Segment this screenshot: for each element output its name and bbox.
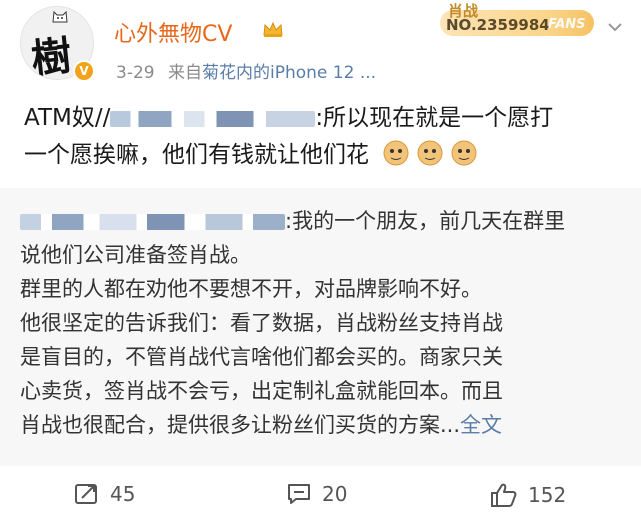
reposted-content[interactable]: :我的一个朋友，前几天在群里 说他们公司准备签肖战。 群里的人都在劝他不要想不开… bbox=[0, 188, 641, 466]
like-count: 152 bbox=[528, 483, 567, 507]
source-prefix: 来自 bbox=[168, 63, 202, 83]
doge-emoji-icon bbox=[451, 140, 477, 166]
repost-count: 45 bbox=[110, 482, 136, 506]
doge-emoji-icon bbox=[383, 140, 409, 166]
fans-number: NO.2359984 bbox=[446, 16, 550, 34]
username[interactable]: 心外無物CV bbox=[114, 16, 232, 48]
comment-icon bbox=[288, 484, 310, 504]
verified-badge-icon: V bbox=[73, 60, 95, 82]
cat-icon bbox=[52, 10, 68, 23]
repost-line: :我的一个朋友，前几天在群里 bbox=[285, 209, 566, 233]
repost-line: 他很坚定的告诉我们：看了数据，肖战粉丝支持肖战 bbox=[20, 311, 503, 335]
redacted-mention bbox=[110, 110, 316, 127]
like-button[interactable]: 152 bbox=[490, 482, 566, 508]
read-more-link[interactable]: 全文 bbox=[460, 413, 502, 437]
repost-line: 心卖货，签肖战不会亏，出定制礼盒就能回本。而且 bbox=[20, 379, 503, 403]
comment-button[interactable]: 20 bbox=[286, 482, 347, 506]
action-bar: 45 20 152 bbox=[0, 470, 641, 517]
post-source[interactable]: 菊花内的iPhone 12 ... bbox=[202, 63, 376, 83]
repost-body: :我的一个朋友，前几天在群里 说他们公司准备签肖战。 群里的人都在劝他不要想不开… bbox=[20, 204, 620, 442]
repost-line: 群里的人都在劝他不要想不开，对品牌影响不好。 bbox=[20, 277, 482, 301]
repost-line: 说他们公司准备签肖战。 bbox=[20, 243, 251, 267]
post-text-part: :所以现在就是一个愿打 bbox=[315, 105, 554, 131]
post-meta: 3-29 来自菊花内的iPhone 12 ... bbox=[116, 58, 376, 83]
fans-badge[interactable]: 肖战 NO.2359984 FANS bbox=[440, 2, 594, 44]
post-text-line2: 一个愿挨嘛，他们有钱就让他们花 bbox=[24, 142, 369, 168]
redacted-author bbox=[20, 214, 285, 230]
fans-word: FANS bbox=[548, 17, 586, 32]
repost-button[interactable]: 45 bbox=[74, 482, 135, 506]
repost-line: 肖战也很配合，提供很多让粉丝们买货的方案... bbox=[20, 413, 461, 437]
like-icon bbox=[491, 483, 517, 507]
post-date: 3-29 bbox=[116, 63, 155, 83]
chevron-down-icon[interactable] bbox=[604, 16, 626, 38]
post-text-prefix: ATM奴// bbox=[24, 105, 111, 131]
comment-count: 20 bbox=[322, 482, 348, 506]
avatar-calligraphy: 樹 bbox=[29, 32, 74, 80]
repost-line: 是盲目的，不管肖战代言啥他们都会买的。商家只关 bbox=[20, 345, 503, 369]
post-header: 樹 V 心外無物CV 3-29 来自菊花内的iPhone 12 ... 肖战 N… bbox=[0, 0, 641, 92]
post-body: ATM奴// :所以现在就是一个愿打 一个愿挨嘛，他们有钱就让他们花 bbox=[24, 100, 624, 174]
crown-icon bbox=[263, 21, 283, 37]
doge-emoji-icon bbox=[417, 140, 443, 166]
repost-icon bbox=[75, 484, 97, 504]
